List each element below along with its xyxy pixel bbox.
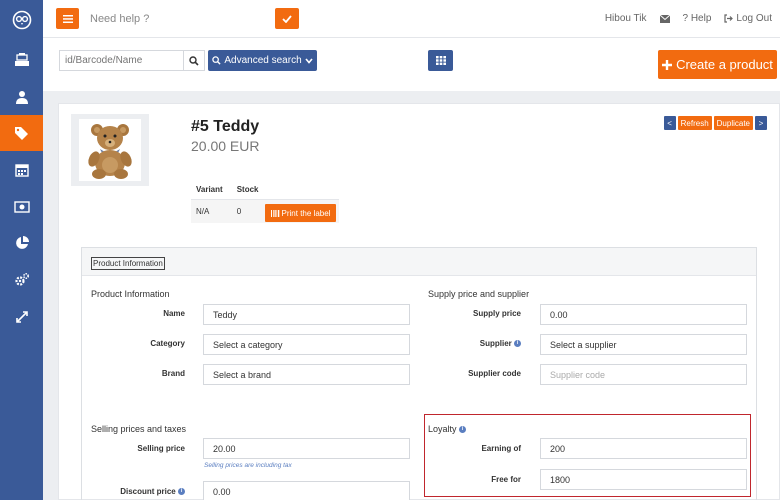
product-title: #5 Teddy	[191, 118, 260, 135]
brand-select[interactable]: Select a brand	[203, 364, 410, 385]
expand-icon[interactable]	[0, 299, 43, 335]
previous-product-button[interactable]: <	[663, 116, 676, 130]
name-input[interactable]: Teddy	[203, 304, 410, 325]
top-right-menu: Hibou Tik ? Help Log Out	[605, 13, 772, 24]
banknote-icon[interactable]	[0, 189, 43, 225]
help-link[interactable]: ? Help	[683, 13, 712, 24]
envelope-icon	[659, 14, 670, 23]
discount-price-label: Discount price	[120, 487, 176, 496]
discount-label-wrap: Discount price i	[92, 487, 185, 496]
cogs-icon[interactable]	[0, 262, 43, 298]
logout-icon	[724, 14, 734, 23]
search-icon	[212, 56, 221, 65]
print-label-text: Print the label	[281, 208, 331, 218]
selling-price-hint: Selling prices are including tax	[204, 462, 292, 469]
need-help-text[interactable]: Need help ?	[90, 13, 149, 25]
teddy-bear-image	[88, 124, 132, 179]
tags-icon[interactable]	[0, 115, 43, 151]
user-name[interactable]: Hibou Tik	[605, 13, 647, 24]
create-product-button[interactable]: Create a product	[658, 50, 777, 79]
product-info-title: Product Information	[91, 289, 170, 299]
refresh-button[interactable]: Refresh	[677, 116, 712, 130]
search-icon	[189, 55, 199, 66]
stock-header: Stock	[231, 181, 267, 200]
loyalty-highlight-box	[424, 414, 751, 497]
search-bar: Advanced search Create a product	[43, 38, 780, 91]
mail-button[interactable]	[659, 14, 670, 23]
barcode-icon	[270, 209, 279, 217]
variant-header: Variant	[191, 181, 232, 200]
calendar-icon[interactable]	[0, 152, 43, 188]
supplier-label-wrap: Supplier i	[442, 339, 521, 348]
user-icon[interactable]	[0, 79, 43, 115]
topbar: Need help ? Hibou Tik ? Help Log Out	[43, 0, 780, 38]
selling-price-label: Selling price	[137, 444, 185, 453]
product-nav-buttons: < Refresh Duplicate >	[663, 116, 767, 130]
supplier-code-label: Supplier code	[468, 369, 521, 378]
plus-icon	[662, 59, 673, 70]
supplier-select[interactable]: Select a supplier	[540, 334, 747, 355]
selling-price-input[interactable]: 20.00	[203, 438, 410, 459]
print-label-button[interactable]: Print the label	[265, 204, 336, 222]
grid-icon	[435, 56, 446, 65]
cash-register-icon[interactable]	[0, 42, 43, 78]
owl-logo-icon[interactable]	[0, 2, 43, 38]
create-product-label: Create a product	[676, 57, 773, 72]
category-label: Category	[150, 339, 185, 348]
check-icon	[282, 14, 292, 23]
supply-price-input[interactable]: 0.00	[540, 304, 747, 325]
supplier-label: Supplier	[479, 339, 512, 348]
supplier-code-input[interactable]: Supplier code	[540, 364, 747, 385]
search-button[interactable]	[183, 50, 205, 71]
panel-header: Product Information	[82, 248, 756, 276]
check-button[interactable]	[275, 8, 299, 29]
info-icon[interactable]: i	[178, 488, 185, 496]
product-price: 20.00 EUR	[191, 138, 260, 154]
tab-product-information[interactable]: Product Information	[91, 257, 165, 270]
hamburger-icon	[62, 14, 73, 23]
sidebar	[0, 0, 43, 500]
name-label: Name	[163, 309, 185, 318]
logout-link[interactable]: Log Out	[724, 13, 772, 24]
advanced-search-button[interactable]: Advanced search	[208, 50, 317, 71]
discount-price-input[interactable]: 0.00	[203, 481, 410, 500]
chevron-down-icon	[305, 57, 313, 64]
info-icon[interactable]: i	[514, 340, 521, 348]
logout-label: Log Out	[736, 13, 772, 24]
duplicate-button[interactable]: Duplicate	[713, 116, 753, 130]
grid-view-button[interactable]	[428, 50, 453, 71]
stock-cell: 0	[231, 199, 267, 223]
advanced-search-label: Advanced search	[224, 55, 302, 66]
category-select[interactable]: Select a category	[203, 334, 410, 355]
menu-button[interactable]	[56, 8, 79, 29]
search-input[interactable]	[59, 50, 183, 71]
supply-title: Supply price and supplier	[428, 289, 530, 299]
variant-cell: N/A	[191, 199, 232, 223]
brand-label: Brand	[161, 369, 185, 378]
selling-title: Selling prices and taxes	[91, 424, 187, 434]
pie-chart-icon[interactable]	[0, 225, 43, 261]
product-image[interactable]	[71, 114, 149, 186]
supply-price-label: Supply price	[472, 309, 521, 318]
next-product-button[interactable]: >	[755, 116, 767, 130]
